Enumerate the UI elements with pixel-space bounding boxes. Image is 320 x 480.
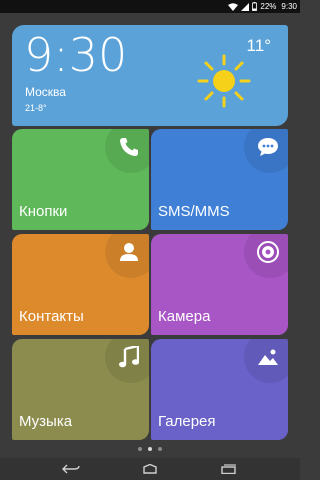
- page-indicator: [0, 447, 300, 453]
- page-dot[interactable]: [158, 447, 162, 451]
- tile-label: Камера: [158, 308, 211, 325]
- city-name: Москва: [25, 85, 66, 99]
- home-icon[interactable]: [140, 462, 160, 476]
- wifi-icon: [228, 2, 239, 11]
- picture-icon: [256, 345, 280, 369]
- status-bar: 22% 9:30: [0, 0, 300, 13]
- temperature-range: 21-8°: [25, 103, 47, 113]
- weather-clock-widget[interactable]: 9:30 Москва 21-8° 11°: [12, 25, 288, 126]
- navigation-bar: [0, 458, 300, 480]
- status-icons: 22% 9:30: [228, 1, 297, 12]
- clock-time: 9:30: [24, 28, 128, 82]
- tile-dialer[interactable]: Кнопки: [12, 129, 149, 230]
- sun-icon: [196, 53, 252, 114]
- tile-camera[interactable]: Камера: [151, 234, 288, 335]
- signal-icon: [241, 2, 250, 11]
- tile-label: SMS/MMS: [158, 203, 230, 220]
- chat-bubble-icon: [256, 135, 280, 159]
- back-icon[interactable]: [61, 462, 81, 476]
- battery-percent: 22%: [260, 2, 277, 11]
- phone-icon: [117, 135, 141, 159]
- tile-music[interactable]: Музыка: [12, 339, 149, 440]
- tile-label: Музыка: [19, 413, 73, 430]
- status-time: 9:30: [281, 2, 297, 11]
- page-dot-active[interactable]: [148, 447, 152, 451]
- person-icon: [117, 240, 141, 264]
- recent-apps-icon[interactable]: [219, 462, 239, 476]
- page-dot[interactable]: [138, 447, 142, 451]
- tile-sms[interactable]: SMS/MMS: [151, 129, 288, 230]
- camera-lens-icon: [256, 240, 280, 264]
- tile-label: Кнопки: [19, 203, 68, 220]
- tile-label: Контакты: [19, 308, 84, 325]
- tile-gallery[interactable]: Галерея: [151, 339, 288, 440]
- tile-label: Галерея: [158, 413, 216, 430]
- battery-icon: [252, 2, 258, 11]
- tile-contacts[interactable]: Контакты: [12, 234, 149, 335]
- music-note-icon: [117, 345, 141, 369]
